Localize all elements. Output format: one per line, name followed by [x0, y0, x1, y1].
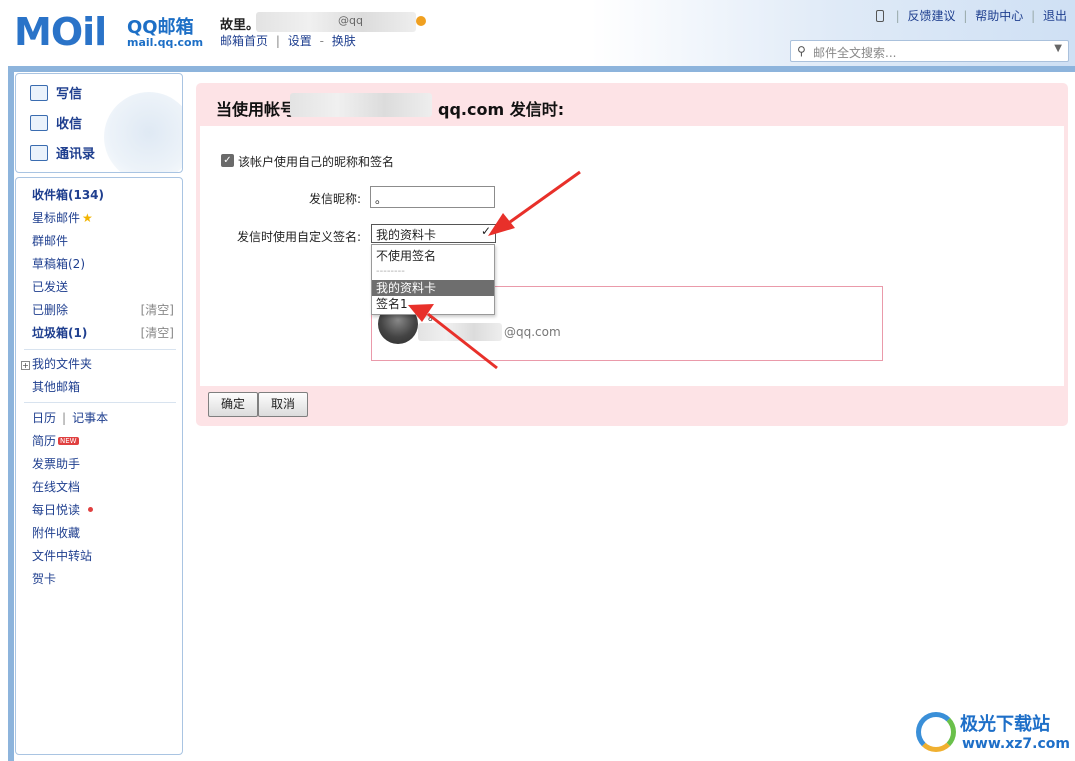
- help-link[interactable]: 帮助中心: [975, 9, 1023, 23]
- checkbox-label: 该帐户使用自己的昵称和签名: [238, 155, 395, 169]
- qq-mail-logo[interactable]: MOil QQ邮箱 mail.qq.com: [14, 10, 214, 54]
- frame-border: [8, 66, 14, 761]
- link-separator: |: [62, 411, 67, 425]
- sidebar-item-drafts[interactable]: 草稿箱(2): [32, 255, 85, 272]
- my-folders-label: 我的文件夹: [32, 357, 93, 371]
- account-name: 故里。: [220, 18, 260, 33]
- watermark-logo-icon: [916, 712, 956, 752]
- compose-button[interactable]: 写信: [30, 83, 82, 102]
- resume-label: 简历: [32, 434, 57, 448]
- chevron-down-icon[interactable]: ▼: [1054, 43, 1062, 54]
- search-icon: ⚲: [797, 44, 806, 58]
- sidebar-item-transfer[interactable]: 文件中转站: [32, 547, 92, 564]
- unread-dot-icon: [88, 507, 94, 512]
- redacted-account: [290, 93, 432, 117]
- title-prefix: 当使用帐号: [216, 100, 297, 119]
- link-separator: |: [895, 9, 900, 23]
- nickname-label: 发信昵称:: [309, 192, 362, 206]
- penguin-watermark-icon: [104, 92, 182, 172]
- link-separator: -: [319, 34, 324, 48]
- sidebar-item-other-mailbox[interactable]: 其他邮箱: [32, 378, 80, 395]
- notebook-link[interactable]: 记事本: [72, 411, 108, 425]
- link-separator: |: [963, 9, 968, 23]
- signature-label: 发信时使用自定义签名:: [237, 230, 362, 244]
- vip-badge-icon: [416, 16, 426, 26]
- link-separator: |: [275, 34, 280, 48]
- site-watermark: 极光下载站 www.xz7.com: [916, 708, 1071, 758]
- nickname-field[interactable]: 。: [370, 186, 495, 208]
- mail-search-input[interactable]: ⚲ 邮件全文搜索... ▼: [790, 40, 1069, 62]
- contacts-label: 通讯录: [56, 147, 96, 162]
- skin-link[interactable]: 换肤: [332, 34, 356, 48]
- preview-email: @qq.com: [504, 325, 561, 339]
- calendar-link[interactable]: 日历: [32, 411, 56, 425]
- option-my-profile-card[interactable]: 我的资料卡: [372, 280, 494, 296]
- clear-deleted-link[interactable]: [清空]: [141, 301, 174, 318]
- frame-border: [8, 66, 1075, 72]
- compose-label: 写信: [56, 87, 83, 102]
- sidebar-item-attachments[interactable]: 附件收藏: [32, 524, 80, 541]
- sidebar-item-calendar-notebook: 日历 | 记事本: [32, 409, 108, 426]
- sidebar-item-deleted[interactable]: 已删除: [32, 301, 68, 318]
- sidebar-item-resume[interactable]: 简历 NEW: [32, 432, 79, 449]
- sidebar-item-starred[interactable]: 星标邮件 ★: [32, 209, 93, 226]
- logout-link[interactable]: 退出: [1043, 9, 1067, 23]
- link-separator: |: [1031, 9, 1036, 23]
- sidebar-item-inbox[interactable]: 收件箱(134): [32, 186, 104, 203]
- signature-dropdown-menu: 不使用签名 -------- 我的资料卡 签名1: [371, 244, 495, 315]
- watermark-title: 极光下载站: [960, 714, 1050, 735]
- sidebar-item-spam[interactable]: 垃圾箱(1): [32, 324, 87, 341]
- receive-label: 收信: [56, 117, 83, 132]
- daily-label: 每日悦读: [32, 503, 81, 517]
- sidebar-folder-list: 收件箱(134) 星标邮件 ★ 群邮件 草稿箱(2) 已发送 已删除 [清空] 垃…: [15, 177, 183, 755]
- cancel-button[interactable]: 取消: [258, 392, 308, 417]
- compose-icon: [30, 85, 48, 101]
- chevron-down-icon: ✓: [480, 224, 491, 238]
- option-no-signature[interactable]: 不使用签名: [372, 248, 494, 264]
- account-links: 邮箱首页 | 设置 - 换肤: [220, 32, 356, 49]
- clear-spam-link[interactable]: [清空]: [141, 324, 174, 341]
- redacted-email: [418, 323, 502, 341]
- watermark-url: www.xz7.com: [962, 736, 1070, 752]
- option-separator: --------: [376, 266, 405, 277]
- settings-link[interactable]: 设置: [288, 34, 312, 48]
- use-own-signature-checkbox[interactable]: ✓: [221, 154, 234, 167]
- title-suffix: qq.com 发信时:: [438, 100, 565, 119]
- logo-mark: MOil: [14, 10, 107, 54]
- signature-select[interactable]: 我的资料卡 ✓: [371, 224, 496, 243]
- new-badge: NEW: [58, 437, 79, 445]
- star-icon: ★: [82, 211, 93, 225]
- sidebar-actions: 写信 收信 通讯录: [15, 73, 183, 173]
- starred-label: 星标邮件: [32, 211, 81, 225]
- top-right-links: | 反馈建议 | 帮助中心 | 退出: [875, 7, 1067, 24]
- logo-url: mail.qq.com: [127, 36, 204, 49]
- sidebar-item-sent[interactable]: 已发送: [32, 278, 68, 295]
- search-placeholder: 邮件全文搜索...: [813, 46, 897, 60]
- selected-signature: 我的资料卡: [376, 228, 437, 242]
- expand-plus-icon[interactable]: +: [21, 361, 30, 370]
- receive-button[interactable]: 收信: [30, 113, 82, 132]
- contacts-button[interactable]: 通讯录: [30, 143, 95, 162]
- contacts-icon: [30, 145, 48, 161]
- mobile-icon[interactable]: [875, 10, 884, 22]
- option-signature-1[interactable]: 签名1: [372, 296, 494, 312]
- divider: [24, 402, 176, 403]
- home-link[interactable]: 邮箱首页: [220, 34, 268, 48]
- inbox-download-icon: [30, 115, 48, 131]
- sidebar-item-invoice[interactable]: 发票助手: [32, 455, 80, 472]
- sidebar-item-daily[interactable]: 每日悦读: [32, 501, 94, 518]
- feedback-link[interactable]: 反馈建议: [908, 9, 956, 23]
- sidebar-item-card[interactable]: 贺卡: [32, 570, 56, 587]
- sidebar-item-group[interactable]: 群邮件: [32, 232, 68, 249]
- divider: [24, 349, 176, 350]
- redacted-account: [256, 12, 416, 32]
- confirm-button[interactable]: 确定: [208, 392, 258, 417]
- account-email-fragment: @qq: [338, 14, 363, 27]
- sidebar-item-my-folders[interactable]: + 我的文件夹: [21, 355, 92, 372]
- sidebar-item-docs[interactable]: 在线文档: [32, 478, 80, 495]
